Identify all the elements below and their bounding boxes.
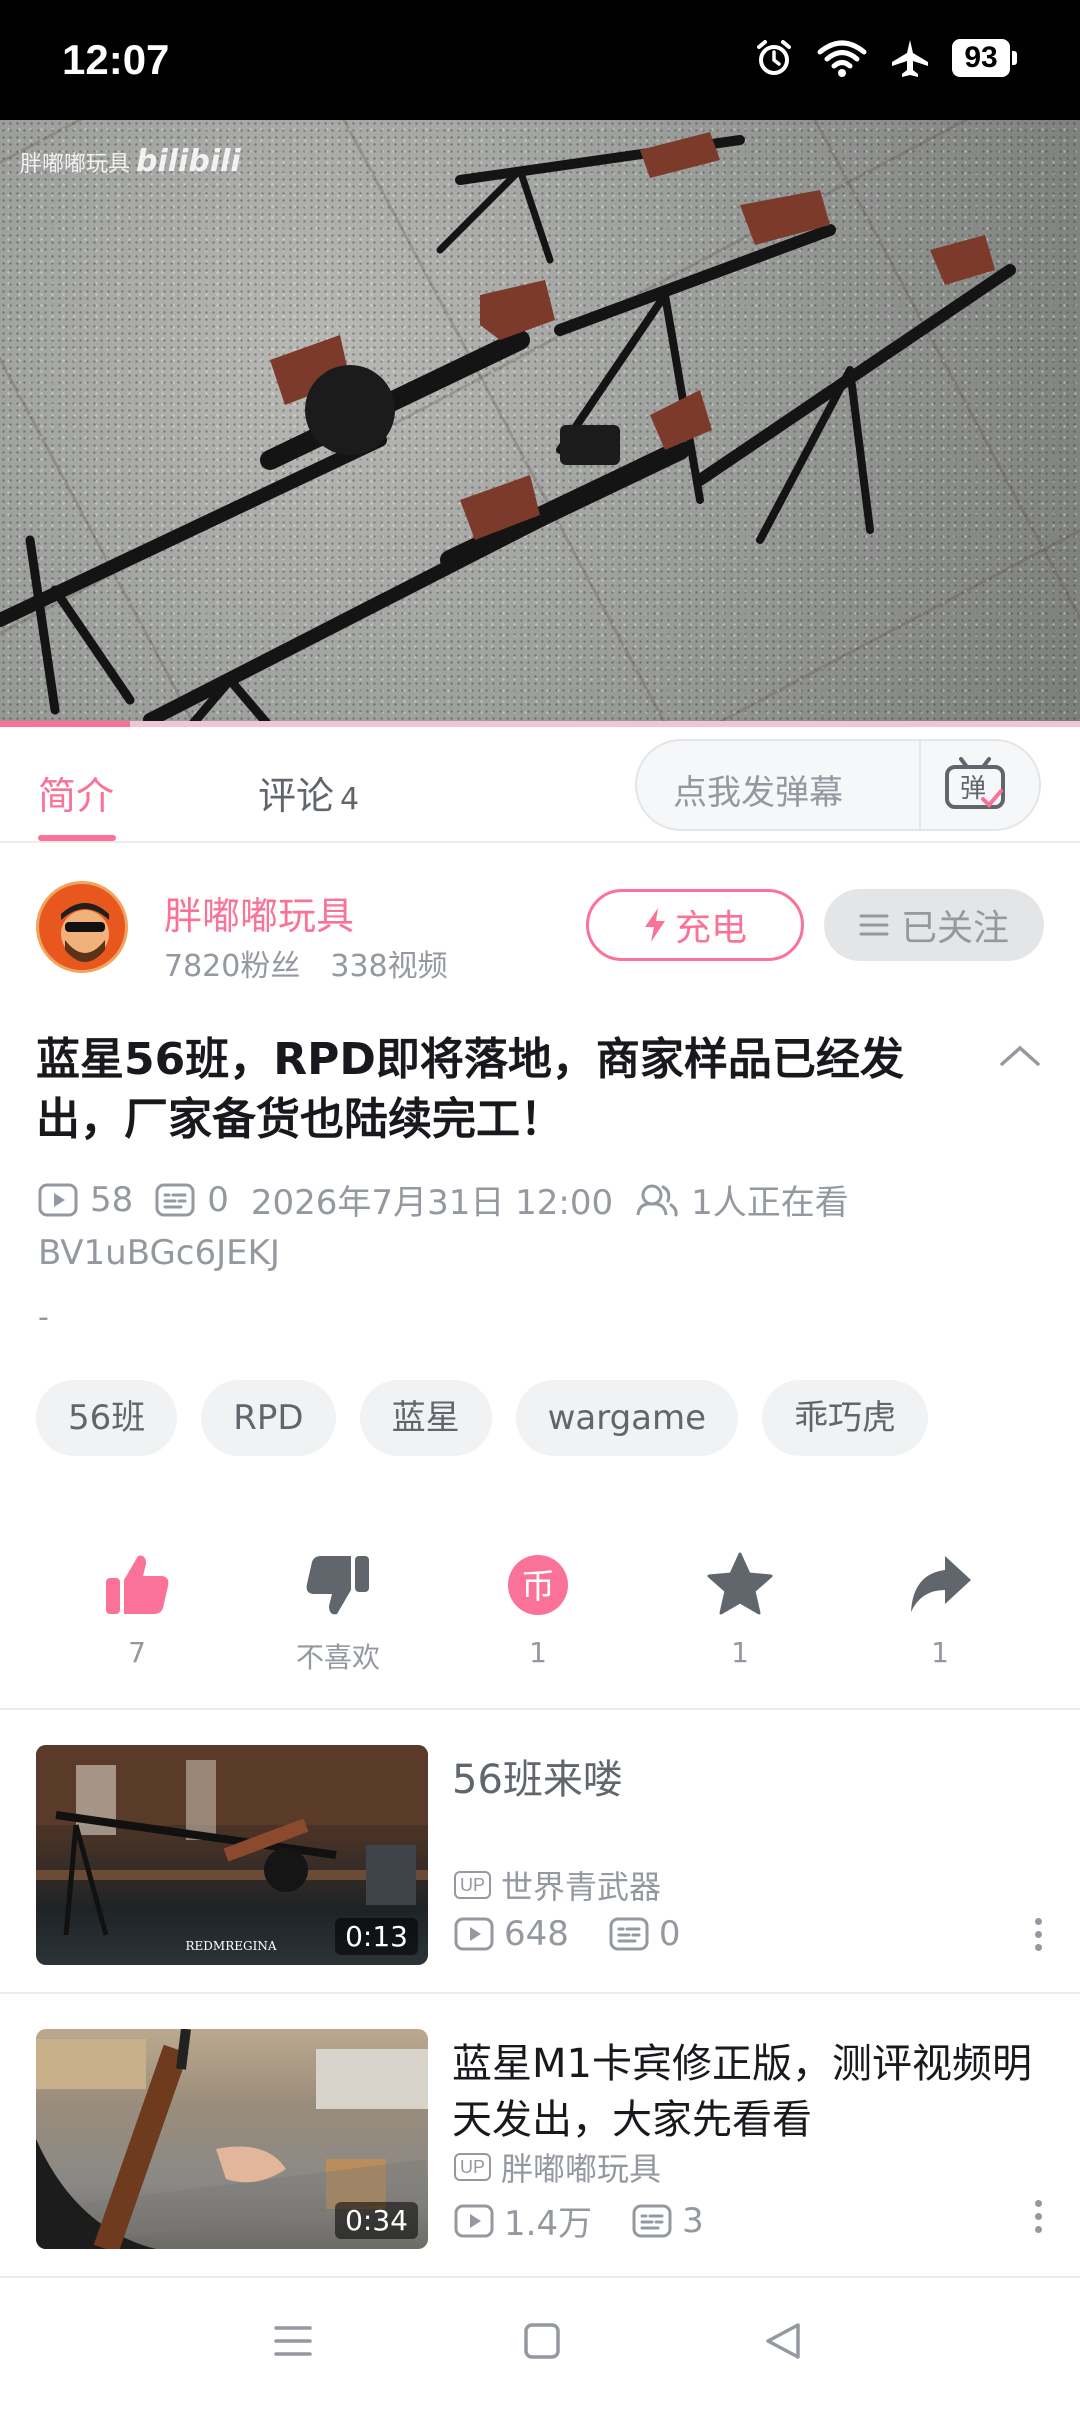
tab-bar: 简介 评论 4 点我发弹幕 弹 <box>0 727 1080 843</box>
chevron-up-icon[interactable] <box>998 1040 1042 1070</box>
coin-count: 1 <box>529 1636 547 1669</box>
like-count: 7 <box>128 1636 146 1669</box>
coin-icon: 币 <box>508 1555 568 1615</box>
status-time: 12:07 <box>62 36 170 83</box>
nav-menu-icon[interactable] <box>272 2320 314 2362</box>
play-count: 58 <box>38 1180 133 1220</box>
related-stats: 1.4万 3 <box>454 2196 744 2245</box>
menu-lines-icon <box>859 914 889 936</box>
battery-icon: 93 <box>952 39 1017 77</box>
uploader-name[interactable]: 胖嘟嘟玩具 <box>164 885 354 940</box>
charge-label: 充电 <box>674 908 747 949</box>
tab-comments[interactable]: 评论 4 <box>258 765 359 820</box>
share-button[interactable]: 1 <box>860 1550 1020 1669</box>
related-plays: 1.4万 <box>454 2196 592 2245</box>
tab-comments-label: 评论 <box>258 774 335 818</box>
danmaku-count-icon <box>609 1917 649 1951</box>
play-icon <box>454 1917 494 1951</box>
svg-text:币: 币 <box>521 1567 555 1607</box>
video-description: - <box>38 1300 49 1335</box>
tab-intro[interactable]: 简介 <box>38 765 114 820</box>
more-icon[interactable] <box>1032 2200 1044 2239</box>
wifi-icon <box>817 40 867 77</box>
lightning-icon <box>644 908 665 942</box>
thumbs-down-icon <box>306 1556 369 1615</box>
watching-now: 1人正在看 <box>635 1175 849 1224</box>
video-meta: 58 0 2026年7月31日 12:00 1人正在看 <box>38 1175 871 1224</box>
charge-button[interactable]: 充电 <box>586 889 804 961</box>
svg-text:REDMREGINA: REDMREGINA <box>186 1939 277 1953</box>
tag-chip[interactable]: 乖巧虎 <box>762 1380 929 1456</box>
tag-chip[interactable]: 蓝星 <box>359 1380 492 1456</box>
tab-active-indicator <box>38 835 116 841</box>
favorite-button[interactable]: 1 <box>660 1550 820 1669</box>
video-thumbnail[interactable]: 0:34 <box>36 2029 428 2249</box>
list-item[interactable]: REDMREGINA 0:13 56班来喽 UP 世界青武器 648 0 <box>0 1712 1080 1994</box>
star-icon <box>707 1552 773 1615</box>
dislike-label: 不喜欢 <box>295 1641 380 1674</box>
related-title[interactable]: 56班来喽 <box>452 1752 1042 1808</box>
related-title[interactable]: 蓝星M1卡宾修正版，测评视频明天发出，大家先看看 <box>452 2036 1042 2148</box>
video-thumbnail[interactable]: REDMREGINA 0:13 <box>36 1745 428 1965</box>
video-player[interactable]: 胖嘟嘟玩具 bilibili <box>0 120 1080 727</box>
share-icon <box>911 1556 971 1612</box>
nav-home-icon[interactable] <box>522 2320 562 2362</box>
danmaku-count: 0 <box>155 1180 229 1220</box>
danmaku-placeholder: 点我发弹幕 <box>673 773 843 813</box>
share-count: 1 <box>931 1636 949 1669</box>
related-stats: 648 0 <box>454 1914 721 1954</box>
publish-date: 2026年7月31日 12:00 <box>250 1183 614 1223</box>
video-duration: 0:13 <box>335 1918 418 1955</box>
coin-button[interactable]: 币 1 <box>458 1550 618 1669</box>
video-watermark: 胖嘟嘟玩具 bilibili <box>20 144 241 179</box>
play-icon <box>38 1183 78 1216</box>
play-icon <box>454 2204 494 2237</box>
danmaku-icon[interactable]: 弹 <box>943 755 1007 815</box>
list-item[interactable]: 0:34 蓝星M1卡宾修正版，测评视频明天发出，大家先看看 UP 胖嘟嘟玩具 1… <box>0 1996 1080 2278</box>
alarm-icon <box>757 40 791 75</box>
dislike-button[interactable]: 不喜欢 <box>258 1550 418 1676</box>
related-danmaku: 0 <box>609 1914 681 1954</box>
related-uploader: UP 世界青武器 <box>454 1862 661 1908</box>
nav-back-icon[interactable] <box>762 2320 804 2362</box>
avatar-image <box>61 903 109 962</box>
avatar[interactable] <box>36 881 128 973</box>
related-danmaku: 3 <box>632 2201 704 2241</box>
status-bar: 12:07 93 <box>0 0 1080 120</box>
up-badge-icon: UP <box>454 1871 492 1899</box>
follow-button[interactable]: 已关注 <box>824 889 1044 961</box>
danmaku-input[interactable]: 点我发弹幕 弹 <box>635 739 1041 831</box>
system-nav-bar <box>0 2280 1080 2414</box>
airplane-icon <box>892 40 928 77</box>
tag-chip[interactable]: wargame <box>515 1380 739 1456</box>
uploader-fans: 7820粉丝 <box>164 949 301 984</box>
tag-chip[interactable]: RPD <box>201 1380 336 1456</box>
uploader-row: 胖嘟嘟玩具 7820粉丝 338视频 充电 已关注 <box>0 845 1080 995</box>
related-uploader: UP 胖嘟嘟玩具 <box>454 2144 661 2190</box>
more-icon[interactable] <box>1032 1918 1044 1957</box>
tab-comments-count: 4 <box>340 782 360 817</box>
danmaku-count-icon <box>155 1183 195 1216</box>
follow-label: 已关注 <box>900 908 1009 949</box>
uploader-stats: 7820粉丝 338视频 <box>164 941 448 985</box>
up-badge-icon: UP <box>454 2153 492 2181</box>
viewers-icon <box>636 1184 678 1216</box>
video-duration: 0:34 <box>335 2202 418 2239</box>
tag-list: 56班 RPD 蓝星 wargame 乖巧虎 <box>36 1380 929 1456</box>
like-button[interactable]: 7 <box>57 1550 217 1669</box>
video-title: 蓝星56班，RPD即将落地，商家样品已经发出，厂家备货也陆续完工！ <box>36 1034 904 1145</box>
video-frame <box>0 132 1016 727</box>
tag-chip[interactable]: 56班 <box>36 1380 178 1456</box>
uploader-video-count: 338视频 <box>330 949 448 984</box>
related-plays: 648 <box>454 1914 569 1954</box>
thumbs-up-icon <box>106 1555 169 1614</box>
favorite-count: 1 <box>731 1636 749 1669</box>
bvid: BV1uBGc6JEKJ <box>38 1233 280 1273</box>
danmaku-count-icon <box>632 2204 672 2237</box>
status-icons: 93 <box>754 38 1017 78</box>
action-bar: 7 不喜欢 币 1 1 1 <box>0 1540 1080 1710</box>
